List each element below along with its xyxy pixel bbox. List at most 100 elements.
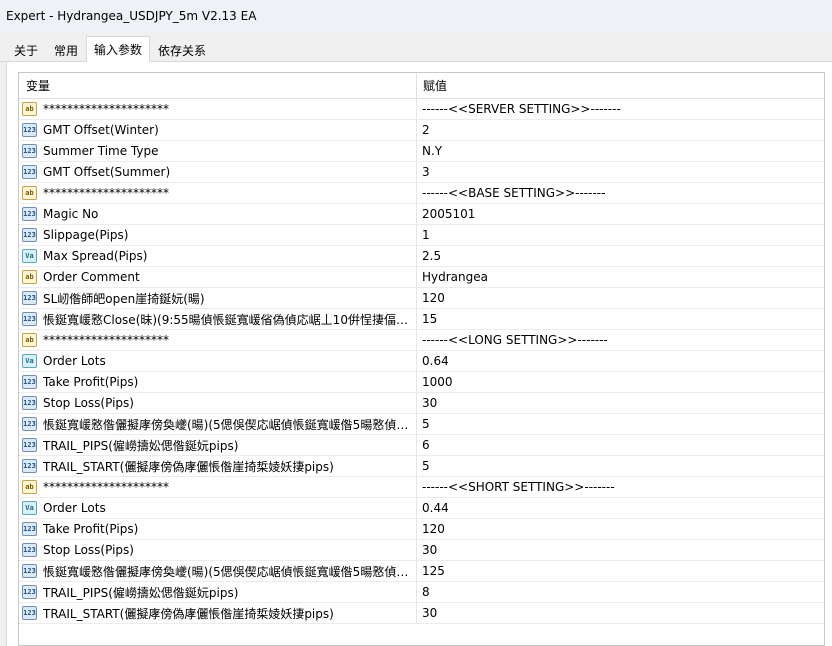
integer-type-icon: 123	[22, 438, 37, 452]
integer-type-icon: 123	[22, 312, 37, 326]
variable-cell: ab *********************	[19, 99, 417, 119]
table-row[interactable]: 123 Stop Loss(Pips) 30	[19, 540, 824, 561]
string-type-icon: ab	[22, 270, 37, 284]
variable-name: GMT Offset(Winter)	[43, 123, 159, 137]
variable-cell: 123 Magic No	[19, 204, 417, 224]
variable-name: Stop Loss(Pips)	[43, 543, 134, 557]
variable-name: TRAIL_START(儷擬庨傍偽庨儷悵偺崖掎梊婈妖捿pips)	[43, 459, 334, 474]
tab-common[interactable]: 常用	[46, 39, 86, 61]
value-cell[interactable]: ------<<LONG SETTING>>-------	[417, 330, 824, 350]
variable-name: *********************	[43, 186, 169, 200]
variable-cell: 123 TRAIL_PIPS(僱嶗擣妐偲偺鋋妧pips)	[19, 582, 417, 602]
value-cell[interactable]: 125	[417, 561, 824, 581]
value-cell[interactable]: 2	[417, 120, 824, 140]
variable-name: Slippage(Pips)	[43, 228, 129, 242]
tab-bar: 关于 常用 输入参数 依存关系	[0, 36, 832, 62]
value-cell[interactable]: 30	[417, 603, 824, 623]
variable-cell: 123 悵鋋寬嵈憝偺儷擬庨傍奐巙(暘)(5偲俁偰応崌偵悵鋋寬嵈偺5暘憝偵偳?...	[19, 414, 417, 434]
value-cell[interactable]: 30	[417, 540, 824, 560]
tab-dependencies[interactable]: 依存关系	[150, 39, 214, 61]
value-cell[interactable]: 3	[417, 162, 824, 182]
double-type-icon: Va	[22, 354, 37, 368]
value-cell[interactable]: ------<<BASE SETTING>>-------	[417, 183, 824, 203]
value-cell[interactable]: 0.44	[417, 498, 824, 518]
table-row[interactable]: 123 Slippage(Pips) 1	[19, 225, 824, 246]
integer-type-icon: 123	[22, 564, 37, 578]
table-row[interactable]: Va Order Lots 0.64	[19, 351, 824, 372]
integer-type-icon: 123	[22, 291, 37, 305]
value-cell[interactable]: 1	[417, 225, 824, 245]
value-cell[interactable]: 0.64	[417, 351, 824, 371]
value-cell[interactable]: 8	[417, 582, 824, 602]
value-cell[interactable]: 6	[417, 435, 824, 455]
table-row[interactable]: Va Order Lots 0.44	[19, 498, 824, 519]
table-row[interactable]: ab ********************* ------<<BASE SETT…	[19, 183, 824, 204]
variable-name: GMT Offset(Summer)	[43, 165, 171, 179]
value-cell[interactable]: Hydrangea	[417, 267, 824, 287]
value-cell[interactable]: 5	[417, 414, 824, 434]
variable-name: Order Lots	[43, 354, 106, 368]
table-row[interactable]: ab Order Comment Hydrangea	[19, 267, 824, 288]
double-type-icon: Va	[22, 501, 37, 515]
table-row[interactable]: 123 TRAIL_PIPS(僱嶗擣妐偲偺鋋妧pips) 8	[19, 582, 824, 603]
table-row[interactable]: ab ********************* ------<<SHORT SET…	[19, 477, 824, 498]
value-cell[interactable]: ------<<SERVER SETTING>>-------	[417, 99, 824, 119]
variable-name: 悵鋋寬嵈憝偺儷擬庨傍奐巙(暘)(5偲俁偰応崌偵悵鋋寬嵈偺5暘憝偵偳?...	[43, 417, 416, 432]
variable-name: TRAIL_PIPS(僱嶗擣妐偲偺鋋妧pips)	[43, 438, 239, 453]
value-cell[interactable]: 120	[417, 519, 824, 539]
variable-name: *********************	[43, 333, 169, 347]
variable-cell: ab *********************	[19, 330, 417, 350]
table-row[interactable]: 123 悵鋋寬嵈憝偺儷擬庨傍奐巙(暘)(5偲俁偰応崌偵悵鋋寬嵈偺5暘憝偵偳?...…	[19, 561, 824, 582]
table-row[interactable]: 123 Magic No 2005101	[19, 204, 824, 225]
table-row[interactable]: 123 悵鋋寬嵈憝偺儷擬庨傍奐巙(暘)(5偲俁偰応崌偵悵鋋寬嵈偺5暘憝偵偳?...…	[19, 414, 824, 435]
integer-type-icon: 123	[22, 543, 37, 557]
integer-type-icon: 123	[22, 522, 37, 536]
variable-cell: 123 TRAIL_START(儷擬庨傍偽庨儷悵偺崖掎梊婈妖捿pips)	[19, 603, 417, 623]
variable-name: *********************	[43, 480, 169, 494]
tab-inputs[interactable]: 输入参数	[86, 36, 151, 62]
variable-name: Max Spread(Pips)	[43, 249, 148, 263]
integer-type-icon: 123	[22, 165, 37, 179]
window-title: Expert - Hydrangea_USDJPY_5m V2.13 EA	[6, 9, 257, 23]
value-cell[interactable]: 15	[417, 309, 824, 329]
table-row[interactable]: 123 TRAIL_START(儷擬庨傍偽庨儷悵偺崖掎梊婈妖捿pips) 30	[19, 603, 824, 624]
tab-about[interactable]: 关于	[6, 39, 46, 61]
value-cell[interactable]: 120	[417, 288, 824, 308]
table-row[interactable]: Va Max Spread(Pips) 2.5	[19, 246, 824, 267]
table-row[interactable]: 123 GMT Offset(Winter) 2	[19, 120, 824, 141]
table-row[interactable]: 123 悵鋋寬嵈憝Close(昧)(9:55暘偵悵鋋寬嵈偗偽偵応崌丄10倂悜捿偪偲…	[19, 309, 824, 330]
variable-cell: 123 Take Profit(Pips)	[19, 519, 417, 539]
value-cell[interactable]: 2005101	[417, 204, 824, 224]
table-row[interactable]: 123 TRAIL_START(儷擬庨傍偽庨儷悵偺崖掎梊婈妖捿pips) 5	[19, 456, 824, 477]
table-row[interactable]: ab ********************* ------<<LONG SETT…	[19, 330, 824, 351]
table-row[interactable]: 123 Stop Loss(Pips) 30	[19, 393, 824, 414]
table-row[interactable]: 123 TRAIL_PIPS(僱嶗擣妐偲偺鋋妧pips) 6	[19, 435, 824, 456]
variable-cell: Va Order Lots	[19, 351, 417, 371]
variable-cell: ab *********************	[19, 477, 417, 497]
value-cell[interactable]: 5	[417, 456, 824, 476]
value-cell[interactable]: 1000	[417, 372, 824, 392]
variable-name: Stop Loss(Pips)	[43, 396, 134, 410]
value-cell[interactable]: N.Y	[417, 141, 824, 161]
value-cell[interactable]: ------<<SHORT SETTING>>-------	[417, 477, 824, 497]
double-type-icon: Va	[22, 249, 37, 263]
column-header-variable[interactable]: 变量	[19, 73, 417, 98]
table-row[interactable]: ab ********************* ------<<SERVER SE…	[19, 99, 824, 120]
string-type-icon: ab	[22, 480, 37, 494]
table-row[interactable]: 123 Take Profit(Pips) 120	[19, 519, 824, 540]
integer-type-icon: 123	[22, 417, 37, 431]
variable-name: Take Profit(Pips)	[43, 375, 139, 389]
variable-cell: 123 悵鋋寬嵈憝Close(昧)(9:55暘偵悵鋋寬嵈偗偽偵応崌丄10倂悜捿偪偲…	[19, 309, 417, 329]
variable-name: 悵鋋寬嵈憝Close(昧)(9:55暘偵悵鋋寬嵈偗偽偵応崌丄10倂悜捿偪偲?..…	[43, 312, 416, 327]
variable-cell: Va Order Lots	[19, 498, 417, 518]
table-row[interactable]: 123 Take Profit(Pips) 1000	[19, 372, 824, 393]
variable-name: Summer Time Type	[43, 144, 159, 158]
table-row[interactable]: 123 GMT Offset(Summer) 3	[19, 162, 824, 183]
variable-cell: Va Max Spread(Pips)	[19, 246, 417, 266]
value-cell[interactable]: 30	[417, 393, 824, 413]
value-cell[interactable]: 2.5	[417, 246, 824, 266]
table-row[interactable]: 123 Summer Time Type N.Y	[19, 141, 824, 162]
variable-name: Magic No	[43, 207, 99, 221]
column-header-value[interactable]: 赋值	[417, 73, 824, 98]
table-row[interactable]: 123 SL屻偺師皅open崖掎鋋妧(暘) 120	[19, 288, 824, 309]
